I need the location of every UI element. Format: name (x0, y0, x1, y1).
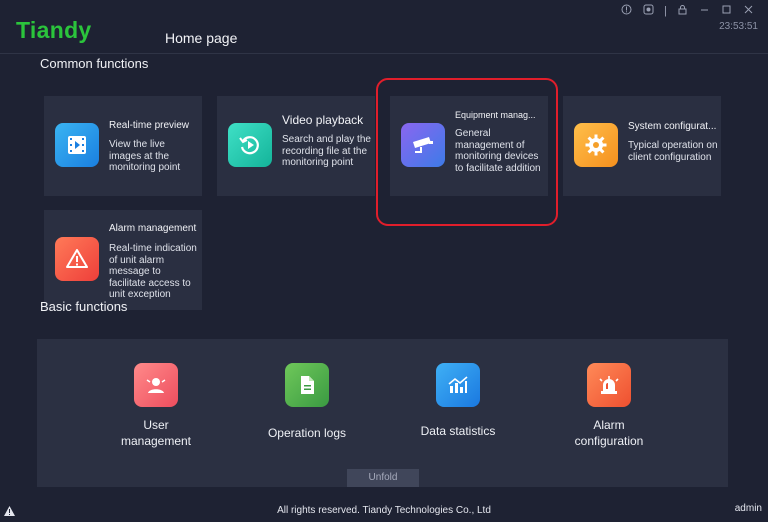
card-title: System configurat... (628, 121, 717, 132)
record-icon[interactable] (642, 4, 654, 18)
selection-highlight (376, 78, 558, 226)
card-title: Alarm management (109, 223, 197, 234)
card-description: View the live images at the monitoring p… (109, 139, 181, 173)
clock: 23:53:51 (719, 21, 758, 32)
basic-item-data-statistics[interactable]: Data statistics (393, 363, 523, 439)
chart-icon (436, 363, 480, 407)
common-functions-title: Common functions (40, 56, 149, 71)
window-controls: | (620, 4, 754, 18)
lock-icon[interactable] (676, 4, 688, 18)
card-video-playback[interactable]: Video playback Search and play the recor… (217, 96, 375, 196)
basic-functions-panel: User management Operation logs Data stat… (37, 339, 728, 487)
tiandy-logo: Tiandy (16, 17, 92, 43)
basic-item-alarm-configuration[interactable]: Alarm configuration (544, 363, 674, 449)
minimize-icon[interactable] (698, 4, 710, 18)
basic-item-label: Data statistics (420, 424, 496, 438)
playback-icon (228, 123, 272, 167)
maximize-icon[interactable] (720, 4, 732, 18)
basic-item-operation-logs[interactable]: Operation logs (242, 363, 372, 441)
alarm-light-icon (587, 363, 631, 407)
basic-item-label: Alarm configuration (574, 418, 644, 448)
copyright-text: All rights reserved. Tiandy Technologies… (277, 505, 491, 516)
basic-item-label: User management (120, 418, 192, 448)
current-user[interactable]: admin (735, 503, 762, 514)
title-bar: Tiandy Home page | 23:53:51 (0, 0, 768, 54)
footer: All rights reserved. Tiandy Technologies… (0, 500, 768, 522)
basic-item-label: Operation logs (267, 426, 347, 440)
card-real-time-preview[interactable]: Real-time preview View the live images a… (44, 96, 202, 196)
card-system-configuration[interactable]: System configurat... Typical operation o… (563, 96, 721, 196)
user-icon (134, 363, 178, 407)
unfold-button[interactable]: Unfold (347, 469, 419, 487)
card-description: Real-time indication of unit alarm messa… (109, 243, 197, 300)
gear-icon (574, 123, 618, 167)
card-description: Search and play the recording file at th… (282, 134, 371, 168)
info-icon[interactable] (620, 4, 632, 18)
tab-home-page[interactable]: Home page (165, 30, 237, 46)
card-title: Video playback (282, 113, 364, 127)
basic-functions-title: Basic functions (40, 299, 128, 314)
divider: | (664, 5, 667, 17)
play-video-icon (55, 123, 99, 167)
warning-icon (55, 237, 99, 281)
document-icon (285, 363, 329, 407)
card-description: Typical operation on client configuratio… (628, 140, 718, 163)
basic-item-user-management[interactable]: User management (91, 363, 221, 449)
card-title: Real-time preview (109, 120, 190, 131)
card-alarm-management[interactable]: Alarm management Real-time indication of… (44, 210, 202, 310)
close-icon[interactable] (742, 4, 754, 18)
